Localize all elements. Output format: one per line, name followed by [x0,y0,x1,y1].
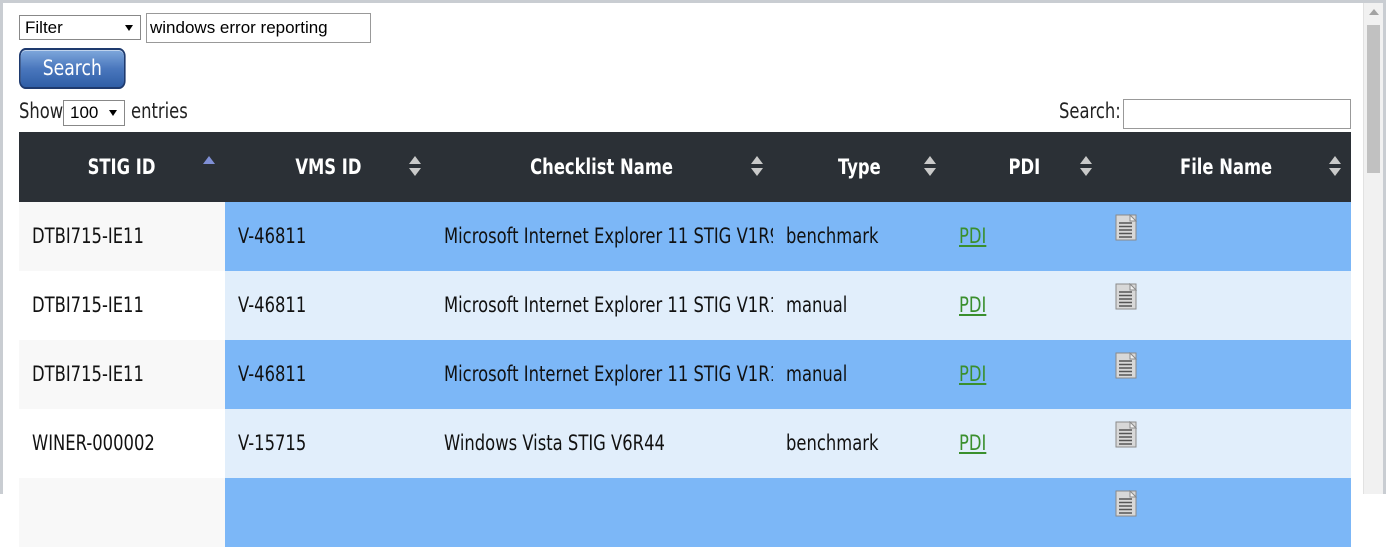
table-row: DTBI715-IE11 V-46811 Microsoft Internet … [19,271,1351,340]
cell-stig-id: DTBI715-IE11 [19,340,225,409]
vertical-scrollbar[interactable] [1363,3,1383,494]
sort-both-icon [751,156,763,178]
cell-pdi: PDI [946,202,1102,271]
cell-checklist-name: Microsoft Internet Explorer 11 STIG V1R9 [431,202,773,271]
cell-vms-id: V-46811 [225,340,431,409]
table-search-input[interactable] [1123,99,1351,129]
cell-pdi [946,478,1102,547]
cell-pdi: PDI [946,271,1102,340]
sort-both-icon [1329,156,1341,178]
column-header-vms-id[interactable]: VMS ID [225,132,431,202]
cell-checklist-name [431,478,773,547]
document-icon[interactable] [1115,351,1138,379]
cell-file-name [1102,409,1351,478]
cell-vms-id: V-46811 [225,202,431,271]
pdi-link[interactable]: PDI [959,362,986,386]
cell-file-name [1102,478,1351,547]
sort-both-icon [924,156,936,178]
caret-down-icon [109,110,117,116]
table-row: DTBI715-IE11 V-46811 Microsoft Internet … [19,202,1351,271]
search-button[interactable]: Search [19,48,126,89]
table-header-row: STIG ID VMS ID Checklist Name Type PDI F… [19,132,1351,202]
table-row: DTBI715-IE11 V-46811 Microsoft Internet … [19,340,1351,409]
filter-select[interactable]: Filter [19,15,141,40]
document-icon[interactable] [1115,420,1138,448]
sort-ascending-icon [203,156,215,178]
cell-vms-id: V-46811 [225,271,431,340]
cell-type: manual [773,340,946,409]
table-row: WINER-000002 V-15715 Windows Vista STIG … [19,409,1351,478]
show-label: Show [19,99,64,123]
pdi-link[interactable]: PDI [959,431,986,455]
document-icon[interactable] [1115,282,1138,310]
column-header-type[interactable]: Type [773,132,946,202]
stig-results-table: STIG ID VMS ID Checklist Name Type PDI F… [19,132,1351,547]
cell-type [773,478,946,547]
filter-select-value: Filter [25,18,63,37]
cell-type: manual [773,271,946,340]
cell-checklist-name: Microsoft Internet Explorer 11 STIG V1R1… [431,271,773,340]
cell-stig-id [19,478,225,547]
cell-checklist-name: Windows Vista STIG V6R44 [431,409,773,478]
cell-stig-id: DTBI715-IE11 [19,271,225,340]
column-header-stig-id[interactable]: STIG ID [19,132,225,202]
pdi-link[interactable]: PDI [959,293,986,317]
table-row [19,478,1351,547]
caret-down-icon [125,25,133,31]
sort-both-icon [409,156,421,178]
column-header-file-name[interactable]: File Name [1102,132,1351,202]
cell-stig-id: WINER-000002 [19,409,225,478]
scroll-thumb[interactable] [1367,25,1380,173]
cell-pdi: PDI [946,340,1102,409]
cell-pdi: PDI [946,409,1102,478]
table-search-label: Search: [1059,99,1121,123]
cell-stig-id: DTBI715-IE11 [19,202,225,271]
filter-query-input[interactable] [146,13,371,43]
pdi-link[interactable]: PDI [959,224,986,248]
cell-type: benchmark [773,409,946,478]
scroll-up-arrow-icon[interactable] [1369,9,1379,15]
column-header-checklist-name[interactable]: Checklist Name [431,132,773,202]
document-icon[interactable] [1115,489,1138,517]
entries-label: entries [131,99,188,123]
entries-select-value: 100 [70,103,99,122]
entries-per-page-select[interactable]: 100 [63,100,125,126]
cell-type: benchmark [773,202,946,271]
cell-checklist-name: Microsoft Internet Explorer 11 STIG V1R1… [431,340,773,409]
cell-file-name [1102,271,1351,340]
cell-file-name [1102,340,1351,409]
sort-both-icon [1080,156,1092,178]
column-header-pdi[interactable]: PDI [946,132,1102,202]
cell-vms-id [225,478,431,547]
cell-file-name [1102,202,1351,271]
cell-vms-id: V-15715 [225,409,431,478]
document-icon[interactable] [1115,213,1138,241]
